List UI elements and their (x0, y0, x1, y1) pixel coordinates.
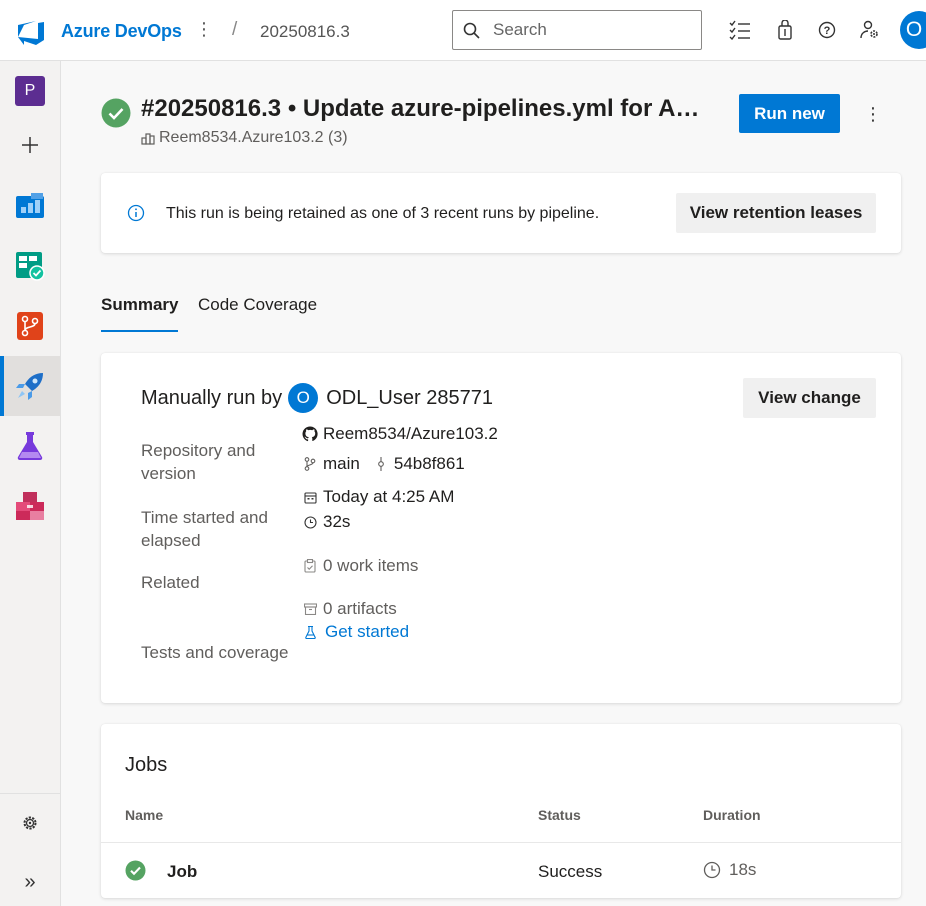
info-icon (127, 204, 145, 222)
nav-project[interactable]: P (0, 61, 60, 121)
avatar[interactable]: O (288, 383, 319, 413)
plus-icon[interactable] (0, 115, 60, 175)
repos-icon[interactable] (0, 296, 60, 356)
elapsed-time: 32s (323, 512, 351, 531)
repository-label: Repository and version (141, 441, 256, 483)
flask-icon (301, 625, 319, 639)
test-plans-icon[interactable] (0, 416, 60, 476)
commit-icon (372, 457, 390, 471)
view-retention-leases-button[interactable]: View retention leases (676, 193, 876, 233)
job-duration: 18s (703, 860, 756, 880)
jobs-card: Jobs Name Status Duration Job Success 18… (101, 724, 901, 898)
more-vertical-icon[interactable]: ⋮ (195, 17, 213, 41)
job-name[interactable]: Job (167, 862, 197, 882)
gear-icon[interactable] (0, 793, 60, 853)
artifact-icon (301, 603, 319, 615)
retention-info-banner: This run is being retained as one of 3 r… (101, 173, 901, 253)
github-icon (301, 426, 319, 442)
work-items-count[interactable]: 0 work items (323, 556, 418, 576)
pipelines-icon[interactable] (0, 356, 60, 416)
clock-icon (301, 515, 319, 529)
elapsed-row: 32s (301, 512, 350, 532)
related-label: Related (141, 573, 200, 592)
get-started-link[interactable]: Get started (325, 622, 409, 642)
search-input[interactable] (493, 19, 693, 41)
commit-id[interactable]: 54b8f861 (394, 454, 465, 474)
view-change-button[interactable]: View change (743, 378, 876, 418)
branch-commit-row: main 54b8f861 (301, 454, 465, 474)
time-label: Time started and elapsed (141, 508, 268, 550)
success-check-icon (125, 860, 146, 881)
job-status: Success (538, 862, 603, 881)
boards-icon[interactable] (0, 236, 60, 296)
avatar[interactable]: O (900, 11, 926, 49)
search-box[interactable] (452, 10, 702, 50)
pipeline-icon (141, 133, 155, 145)
work-item-icon (301, 559, 319, 573)
user-settings-icon[interactable] (858, 18, 882, 42)
column-header-duration: Duration (703, 807, 761, 823)
repository-name[interactable]: Reem8534/Azure103.2 (323, 424, 498, 444)
start-time: Today at 4:25 AM (323, 487, 455, 506)
artifacts-count[interactable]: 0 artifacts (323, 599, 397, 619)
column-header-status: Status (538, 807, 581, 823)
branch-name[interactable]: main (323, 454, 360, 474)
jobs-title: Jobs (125, 754, 168, 776)
calendar-icon (301, 491, 319, 504)
breadcrumb-separator: / (232, 19, 238, 40)
overview-icon[interactable] (0, 176, 60, 236)
manual-run-label: Manually run by (141, 386, 283, 409)
search-icon (463, 22, 480, 39)
more-actions-icon[interactable]: ⋮ (862, 102, 884, 126)
brand-name[interactable]: Azure DevOps (61, 21, 182, 42)
table-row[interactable]: Job Success 18s (101, 843, 901, 898)
page-title: #20250816.3 • Update azure-pipelines.yml… (141, 95, 711, 122)
project-badge: P (15, 76, 45, 106)
manual-run-heading: Manually run by O ODL_User 285771 (141, 383, 493, 413)
artifacts-icon[interactable] (0, 476, 60, 536)
run-new-button[interactable]: Run new (739, 94, 840, 133)
repository-value[interactable]: Reem8534/Azure103.2 (301, 424, 498, 444)
retention-message: This run is being retained as one of 3 r… (166, 205, 600, 222)
tab-selected-indicator (101, 330, 178, 332)
artifacts-row[interactable]: 0 artifacts (301, 599, 397, 619)
expand-icon[interactable]: » (0, 852, 60, 906)
success-check-icon (101, 98, 131, 128)
job-duration-value: 18s (729, 860, 757, 879)
help-icon[interactable]: ? (815, 18, 839, 42)
tests-row[interactable]: Get started (301, 622, 409, 642)
azure-devops-logo[interactable] (16, 16, 46, 46)
marketplace-bag-icon[interactable] (773, 18, 797, 42)
run-summary-card: Manually run by O ODL_User 285771 View c… (101, 353, 901, 703)
tests-label: Tests and coverage (141, 643, 289, 662)
task-list-icon[interactable] (728, 18, 752, 42)
start-time-row: Today at 4:25 AM (301, 487, 454, 507)
clock-icon (703, 861, 721, 879)
run-user-name[interactable]: ODL_User 285771 (326, 387, 493, 410)
work-items-row[interactable]: 0 work items (301, 556, 418, 576)
left-nav: P » (0, 61, 61, 906)
top-bar: Azure DevOps ⋮ / 20250816.3 ? O (0, 0, 926, 61)
svg-text:?: ? (824, 25, 831, 37)
pipeline-name[interactable]: Reem8534.Azure103.2 (3) (141, 129, 348, 147)
column-header-name: Name (125, 807, 164, 823)
tab-summary[interactable]: Summary (101, 295, 178, 315)
tab-code-coverage[interactable]: Code Coverage (198, 295, 317, 315)
pipeline-label[interactable]: Reem8534.Azure103.2 (3) (159, 129, 348, 147)
branch-icon (301, 457, 319, 471)
breadcrumb[interactable]: 20250816.3 (260, 22, 350, 42)
